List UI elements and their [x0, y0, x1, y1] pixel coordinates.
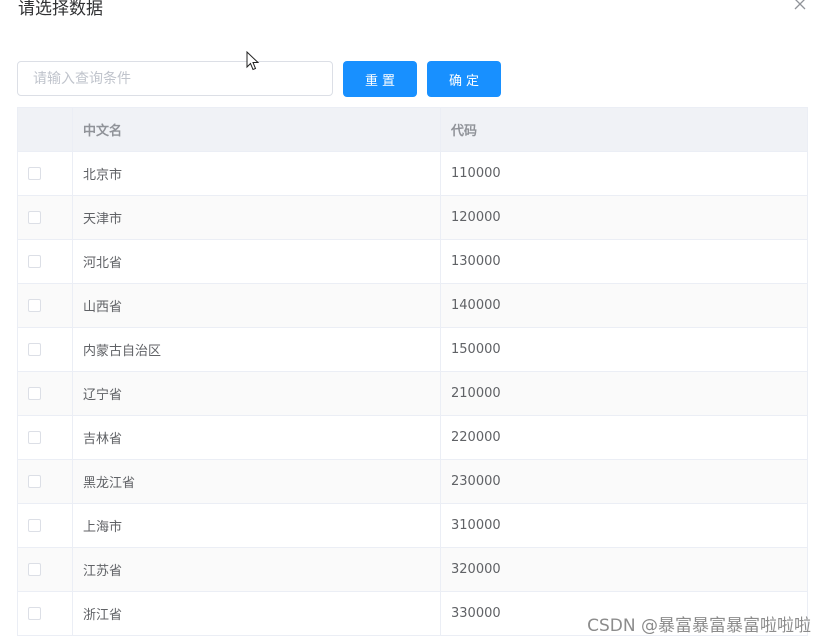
row-code-cell: 230000 — [451, 474, 501, 489]
row-code-cell: 140000 — [451, 298, 501, 313]
row-selection-cell — [18, 504, 73, 547]
row-checkbox[interactable] — [28, 211, 41, 224]
row-name-cell: 吉林省 — [73, 416, 441, 459]
row-name-cell: 天津市 — [73, 196, 441, 239]
row-selection-cell — [18, 196, 73, 239]
row-name-cell: 内蒙古自治区 — [73, 328, 441, 371]
row-code-cell: 150000 — [451, 342, 501, 357]
row-selection-cell — [18, 460, 73, 503]
row-selection-cell — [18, 372, 73, 415]
table-row[interactable]: 江苏省 320000 — [18, 548, 807, 592]
row-selection-cell — [18, 328, 73, 371]
table-row[interactable]: 内蒙古自治区 150000 — [18, 328, 807, 372]
row-checkbox[interactable] — [28, 431, 41, 444]
row-code-cell: 210000 — [451, 386, 501, 401]
row-checkbox[interactable] — [28, 299, 41, 312]
table-row[interactable]: 黑龙江省 230000 — [18, 460, 807, 504]
row-code-cell: 320000 — [451, 562, 501, 577]
table-row[interactable]: 北京市 110000 — [18, 152, 807, 196]
table-row[interactable]: 吉林省 220000 — [18, 416, 807, 460]
select-data-dialog: 请选择数据 重置 确定 中文名 代码 北京市 110000 天津市 120000 河北省… — [0, 0, 825, 644]
row-checkbox[interactable] — [28, 255, 41, 268]
row-name-cell: 黑龙江省 — [73, 460, 441, 503]
row-checkbox[interactable] — [28, 607, 41, 620]
row-selection-cell — [18, 240, 73, 283]
table-row[interactable]: 山西省 140000 — [18, 284, 807, 328]
row-checkbox[interactable] — [28, 167, 41, 180]
table-row[interactable]: 河北省 130000 — [18, 240, 807, 284]
header-selection-cell — [18, 108, 73, 151]
data-table: 中文名 代码 北京市 110000 天津市 120000 河北省 130000 山西省 140… — [17, 107, 808, 636]
row-checkbox[interactable] — [28, 343, 41, 356]
row-code-cell: 130000 — [451, 254, 501, 269]
row-selection-cell — [18, 416, 73, 459]
row-checkbox[interactable] — [28, 387, 41, 400]
table-row[interactable]: 天津市 120000 — [18, 196, 807, 240]
row-code-cell: 110000 — [451, 166, 501, 181]
table-body: 北京市 110000 天津市 120000 河北省 130000 山西省 140000 内蒙古自… — [18, 152, 807, 636]
row-code-cell: 310000 — [451, 518, 501, 533]
confirm-button[interactable]: 确定 — [427, 61, 501, 97]
row-selection-cell — [18, 548, 73, 591]
row-name-cell: 山西省 — [73, 284, 441, 327]
table-row[interactable]: 辽宁省 210000 — [18, 372, 807, 416]
csdn-watermark: CSDN @暴富暴富暴富啦啦啦 — [587, 616, 811, 636]
table-header-row: 中文名 代码 — [18, 108, 807, 152]
row-name-cell: 上海市 — [73, 504, 441, 547]
row-name-cell: 北京市 — [73, 152, 441, 195]
row-code-cell: 220000 — [451, 430, 501, 445]
column-header-code: 代码 — [451, 124, 478, 139]
row-selection-cell — [18, 284, 73, 327]
dialog-title: 请选择数据 — [18, 0, 103, 19]
mouse-pointer-icon — [246, 50, 260, 71]
row-selection-cell — [18, 592, 73, 635]
row-name-cell: 河北省 — [73, 240, 441, 283]
search-input[interactable] — [17, 61, 333, 96]
row-selection-cell — [18, 152, 73, 195]
row-code-cell: 120000 — [451, 210, 501, 225]
table-row[interactable]: 上海市 310000 — [18, 504, 807, 548]
row-name-cell: 浙江省 — [73, 592, 441, 635]
reset-button[interactable]: 重置 — [343, 61, 417, 97]
close-icon[interactable] — [793, 0, 807, 10]
row-checkbox[interactable] — [28, 475, 41, 488]
column-header-name: 中文名 — [73, 108, 441, 151]
row-checkbox[interactable] — [28, 519, 41, 532]
row-checkbox[interactable] — [28, 563, 41, 576]
row-name-cell: 江苏省 — [73, 548, 441, 591]
row-name-cell: 辽宁省 — [73, 372, 441, 415]
